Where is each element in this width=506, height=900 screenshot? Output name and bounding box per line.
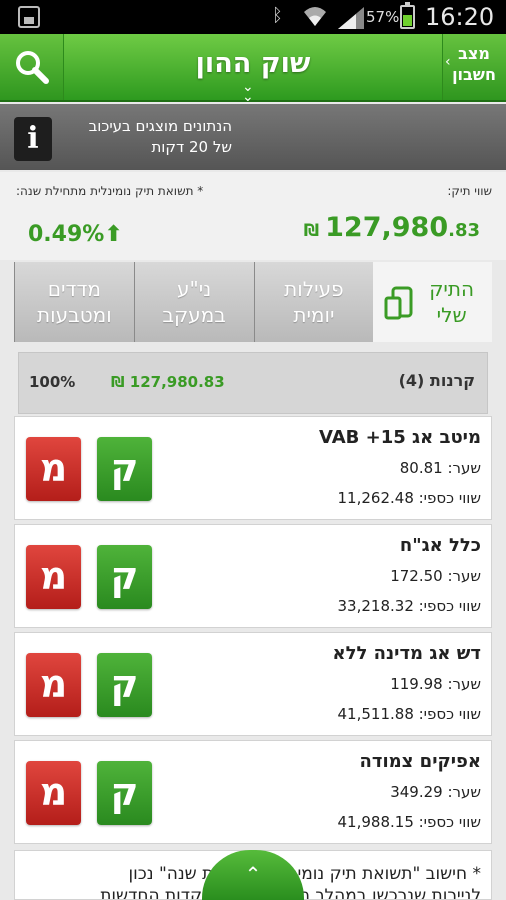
fund-card[interactable]: דש אג מדינה ללא שער: 119.98 שווי כספי: 4… bbox=[14, 632, 492, 736]
buy-button[interactable]: ק bbox=[97, 761, 152, 825]
return-percent: 0.49% bbox=[28, 222, 105, 247]
search-icon bbox=[15, 51, 49, 84]
portfolio-summary: שווי תיק: * תשואת תיק נומינלית מתחילת שנ… bbox=[0, 172, 506, 260]
arrow-up-icon: ⬆ bbox=[104, 222, 123, 247]
group-percent: 100% bbox=[29, 373, 76, 391]
search-button[interactable] bbox=[0, 34, 64, 100]
battery-icon bbox=[400, 2, 415, 29]
tab-label: התיק bbox=[429, 277, 475, 301]
app-header: שוק ההון ⌄ ⌄ ‹ מצב חשבון bbox=[0, 34, 506, 104]
buy-button[interactable]: ק bbox=[97, 545, 152, 609]
fund-name: כלל אג"ח bbox=[399, 535, 481, 556]
page-title: שוק ההון bbox=[195, 48, 311, 79]
return-value: 0.49%⬆ bbox=[28, 222, 123, 247]
tab-bar: מדדים ומטבעות ני"ע במעקב פעילות יומית התיק ש… bbox=[14, 262, 492, 342]
fund-card[interactable]: אפיקים צמודה שער: 349.29 שווי כספי: 41,9… bbox=[14, 740, 492, 844]
battery-percent: 57% bbox=[366, 8, 400, 26]
fund-name: דש אג מדינה ללא bbox=[332, 643, 482, 664]
group-name: קרנות (4) bbox=[398, 371, 475, 390]
portfolio-value-main: 127,980 bbox=[325, 212, 449, 243]
fund-price: שער: 349.29 bbox=[390, 783, 481, 801]
info-icon[interactable]: i bbox=[14, 117, 52, 161]
sell-button[interactable]: מ bbox=[26, 761, 81, 825]
return-label: * תשואת תיק נומינלית מתחילת שנה: bbox=[16, 184, 204, 198]
delay-notice: i הנתונים מוצגים בעיכוב של 20 דקות bbox=[0, 104, 506, 170]
sell-button[interactable]: מ bbox=[26, 653, 81, 717]
fund-value: שווי כספי: 33,218.32 bbox=[337, 597, 481, 615]
portfolio-icon bbox=[384, 286, 413, 320]
account-label-line1: מצב bbox=[458, 44, 490, 63]
buy-button[interactable]: ק bbox=[97, 437, 152, 501]
tab-indices-currencies[interactable]: מדדים ומטבעות bbox=[14, 262, 134, 342]
sell-button[interactable]: מ bbox=[26, 437, 81, 501]
fund-card[interactable]: מיטב אג 15+ VAB שער: 80.81 שווי כספי: 11… bbox=[14, 416, 492, 520]
fund-value: שווי כספי: 11,262.48 bbox=[337, 489, 481, 507]
tab-label: ני"ע bbox=[177, 277, 212, 301]
status-bar: ᛒ 57% 16:20 bbox=[0, 0, 506, 34]
fund-price: שער: 172.50 bbox=[390, 567, 481, 585]
funds-group-header[interactable]: קרנות (4) ₪ 127,980.83 100% bbox=[18, 352, 488, 414]
fund-name: אפיקים צמודה bbox=[359, 751, 482, 772]
portfolio-value: ₪ 127,980.83 bbox=[304, 212, 480, 243]
sell-button[interactable]: מ bbox=[26, 545, 81, 609]
fund-price: שער: 80.81 bbox=[399, 459, 481, 477]
sim-icon bbox=[18, 6, 40, 28]
notice-line1: הנתונים מוצגים בעיכוב bbox=[88, 117, 232, 135]
tab-label: יומית bbox=[293, 303, 335, 327]
fund-value: שווי כספי: 41,988.15 bbox=[337, 813, 481, 831]
notice-line2: של 20 דקות bbox=[151, 138, 232, 156]
portfolio-value-cents: .83 bbox=[448, 220, 480, 241]
group-value: ₪ 127,980.83 bbox=[111, 373, 225, 391]
tab-label: מדדים bbox=[47, 277, 101, 301]
fund-name: מיטב אג 15+ VAB bbox=[319, 427, 481, 448]
tab-label: פעילות bbox=[284, 277, 344, 301]
tab-watchlist[interactable]: ני"ע במעקב bbox=[133, 262, 254, 342]
tab-my-portfolio[interactable]: התיק שלי bbox=[373, 262, 492, 342]
account-status-button[interactable]: ‹ מצב חשבון bbox=[442, 34, 506, 100]
portfolio-value-label: שווי תיק: bbox=[447, 184, 492, 198]
clock: 16:20 bbox=[425, 3, 495, 31]
bluetooth-icon: ᛒ bbox=[272, 5, 283, 26]
tab-label: במעקב bbox=[162, 303, 226, 327]
account-label-line2: חשבון bbox=[452, 65, 496, 84]
fund-card[interactable]: כלל אג"ח שער: 172.50 שווי כספי: 33,218.3… bbox=[14, 524, 492, 628]
fund-value: שווי כספי: 41,511.88 bbox=[337, 705, 481, 723]
chevron-down-icon[interactable]: ⌄ ⌄ bbox=[242, 80, 254, 104]
tab-label: ומטבעות bbox=[37, 303, 112, 327]
tab-daily-activity[interactable]: פעילות יומית bbox=[253, 262, 374, 342]
currency-symbol: ₪ bbox=[303, 221, 320, 241]
signal-icon bbox=[338, 7, 364, 29]
fund-price: שער: 119.98 bbox=[390, 675, 481, 693]
tab-label: שלי bbox=[436, 303, 467, 327]
buy-button[interactable]: ק bbox=[97, 653, 152, 717]
wifi-icon bbox=[304, 7, 326, 26]
